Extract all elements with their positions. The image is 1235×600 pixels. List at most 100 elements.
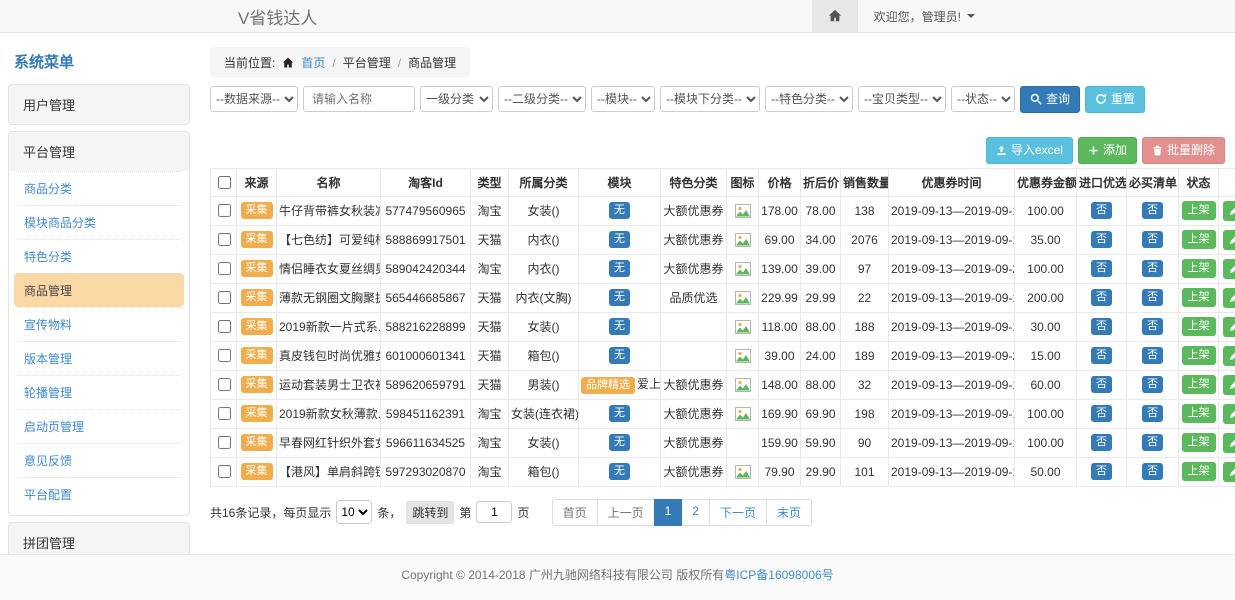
edit-button[interactable] xyxy=(1223,462,1235,482)
import-select-toggle[interactable]: 否 xyxy=(1091,376,1112,393)
filter-select-data-source[interactable]: --数据来源-- xyxy=(210,86,298,112)
edit-button[interactable] xyxy=(1223,288,1235,308)
module-badge[interactable]: 无 xyxy=(609,260,630,277)
edit-button[interactable] xyxy=(1223,433,1235,453)
edit-button[interactable] xyxy=(1223,404,1235,424)
sidebar-item[interactable]: 平台配置 xyxy=(14,477,184,511)
row-checkbox[interactable] xyxy=(218,349,231,362)
status-badge[interactable]: 上架 xyxy=(1182,404,1216,423)
row-checkbox[interactable] xyxy=(218,291,231,304)
batch-delete-button[interactable]: 批量删除 xyxy=(1142,137,1225,164)
must-buy-toggle[interactable]: 否 xyxy=(1142,289,1163,306)
import-excel-button[interactable]: 导入excel xyxy=(986,137,1073,164)
status-badge[interactable]: 上架 xyxy=(1182,230,1216,249)
home-button[interactable] xyxy=(812,0,858,32)
must-buy-toggle[interactable]: 否 xyxy=(1142,202,1163,219)
reset-button[interactable]: 重置 xyxy=(1085,86,1145,113)
page-size-select[interactable]: 10 xyxy=(336,500,372,524)
import-select-toggle[interactable]: 否 xyxy=(1091,318,1112,335)
sidebar-group-header[interactable]: 用户管理 xyxy=(9,85,189,124)
filter-select-level2-category[interactable]: --二级分类-- xyxy=(498,86,586,112)
add-button[interactable]: 添加 xyxy=(1078,137,1137,164)
must-buy-toggle[interactable]: 否 xyxy=(1142,405,1163,422)
query-button[interactable]: 查询 xyxy=(1020,86,1080,113)
import-select-toggle[interactable]: 否 xyxy=(1091,260,1112,277)
icp-link[interactable]: 粤ICP备16098006号 xyxy=(724,568,833,582)
sidebar-group-header[interactable]: 平台管理 xyxy=(9,132,189,171)
import-select-toggle[interactable]: 否 xyxy=(1091,434,1112,451)
must-buy-toggle[interactable]: 否 xyxy=(1142,376,1163,393)
page-button[interactable]: 2 xyxy=(681,499,710,526)
status-badge[interactable]: 上架 xyxy=(1182,201,1216,220)
module-badge[interactable]: 无 xyxy=(609,318,630,335)
import-select-toggle[interactable]: 否 xyxy=(1091,289,1112,306)
edit-button[interactable] xyxy=(1223,230,1235,250)
filter-select-module[interactable]: --模块-- xyxy=(591,86,655,112)
status-badge[interactable]: 上架 xyxy=(1182,259,1216,278)
must-buy-toggle[interactable]: 否 xyxy=(1142,434,1163,451)
page-button[interactable]: 首页 xyxy=(552,499,598,526)
status-badge[interactable]: 上架 xyxy=(1182,375,1216,394)
row-checkbox[interactable] xyxy=(218,204,231,217)
row-checkbox[interactable] xyxy=(218,262,231,275)
sidebar-item[interactable]: 商品管理 xyxy=(14,273,184,307)
breadcrumb-home-link[interactable]: 首页 xyxy=(301,54,325,71)
select-all-checkbox[interactable] xyxy=(218,176,231,189)
page-button[interactable]: 1 xyxy=(654,499,683,526)
sidebar-item[interactable]: 版本管理 xyxy=(14,341,184,375)
jump-page-input[interactable] xyxy=(476,501,512,523)
search-input[interactable] xyxy=(303,86,415,112)
module-badge[interactable]: 无 xyxy=(609,463,630,480)
status-badge[interactable]: 上架 xyxy=(1182,317,1216,336)
page-button[interactable]: 上一页 xyxy=(597,499,655,526)
must-buy-toggle[interactable]: 否 xyxy=(1142,347,1163,364)
row-checkbox[interactable] xyxy=(218,407,231,420)
status-badge[interactable]: 上架 xyxy=(1182,346,1216,365)
row-checkbox[interactable] xyxy=(218,436,231,449)
sidebar-group-header[interactable]: 拼团管理 xyxy=(9,523,189,554)
row-checkbox[interactable] xyxy=(218,320,231,333)
must-buy-toggle[interactable]: 否 xyxy=(1142,318,1163,335)
import-select-toggle[interactable]: 否 xyxy=(1091,347,1112,364)
import-select-toggle[interactable]: 否 xyxy=(1091,202,1112,219)
sidebar-item[interactable]: 模块商品分类 xyxy=(14,205,184,239)
import-select-toggle[interactable]: 否 xyxy=(1091,231,1112,248)
sidebar-item[interactable]: 特色分类 xyxy=(14,239,184,273)
edit-button[interactable] xyxy=(1223,259,1235,279)
sidebar-item[interactable]: 意见反馈 xyxy=(14,443,184,477)
module-badge[interactable]: 品牌精选 xyxy=(581,377,635,394)
edit-button[interactable] xyxy=(1223,375,1235,395)
sidebar-item[interactable]: 启动页管理 xyxy=(14,409,184,443)
status-badge[interactable]: 上架 xyxy=(1182,462,1216,481)
must-buy-toggle[interactable]: 否 xyxy=(1142,231,1163,248)
page-button[interactable]: 下一页 xyxy=(709,499,767,526)
must-buy-toggle[interactable]: 否 xyxy=(1142,463,1163,480)
sidebar-item[interactable]: 宣传物料 xyxy=(14,307,184,341)
row-checkbox[interactable] xyxy=(218,233,231,246)
user-menu[interactable]: 欢迎您，管理员! xyxy=(858,8,985,25)
edit-button[interactable] xyxy=(1223,317,1235,337)
page-button[interactable]: 末页 xyxy=(766,499,812,526)
module-badge[interactable]: 无 xyxy=(609,202,630,219)
module-badge[interactable]: 无 xyxy=(609,347,630,364)
module-badge[interactable]: 无 xyxy=(609,434,630,451)
filter-select-item-type[interactable]: --宝贝类型-- xyxy=(858,86,946,112)
filter-select-status[interactable]: --状态-- xyxy=(951,86,1015,112)
edit-button[interactable] xyxy=(1223,346,1235,366)
import-select-toggle[interactable]: 否 xyxy=(1091,463,1112,480)
row-checkbox[interactable] xyxy=(218,465,231,478)
sidebar-item[interactable]: 轮播管理 xyxy=(14,375,184,409)
module-badge[interactable]: 无 xyxy=(609,289,630,306)
filter-select-feature-category[interactable]: --特色分类-- xyxy=(765,86,853,112)
import-select-toggle[interactable]: 否 xyxy=(1091,405,1112,422)
status-badge[interactable]: 上架 xyxy=(1182,288,1216,307)
edit-button[interactable] xyxy=(1223,201,1235,221)
must-buy-toggle[interactable]: 否 xyxy=(1142,260,1163,277)
module-badge[interactable]: 无 xyxy=(609,231,630,248)
module-badge[interactable]: 无 xyxy=(609,405,630,422)
filter-select-level1-category[interactable]: 一级分类 xyxy=(420,86,493,112)
filter-select-module-subcategory[interactable]: --模块下分类-- xyxy=(660,86,760,112)
row-checkbox[interactable] xyxy=(218,378,231,391)
sidebar-item[interactable]: 商品分类 xyxy=(14,171,184,205)
jump-button[interactable]: 跳转到 xyxy=(406,501,454,524)
